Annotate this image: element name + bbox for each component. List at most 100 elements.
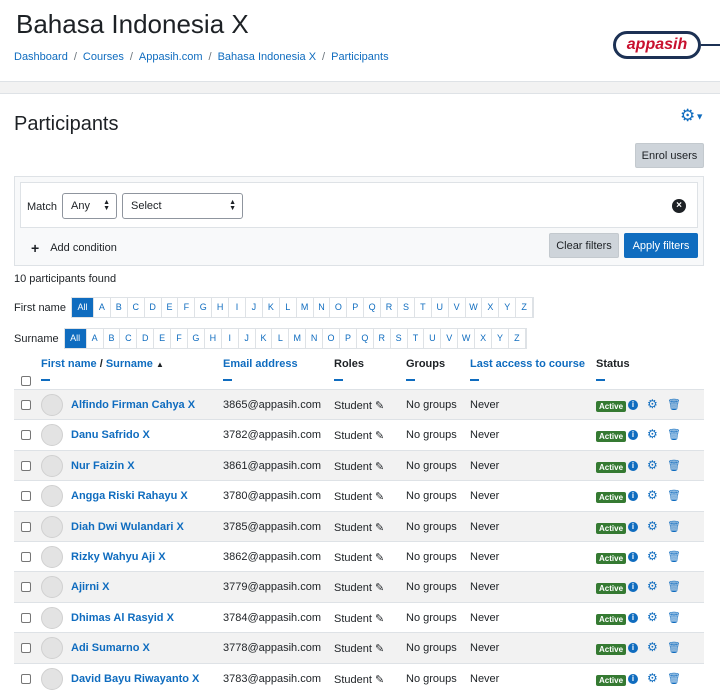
pencil-icon[interactable]: ✎ [375,400,384,412]
trash-icon[interactable]: 🗑 [667,459,681,472]
trash-icon[interactable]: 🗑 [667,489,681,502]
firstname-initial-o[interactable]: O [330,298,348,317]
surname-initial-t[interactable]: T [408,329,425,348]
surname-initial-f[interactable]: F [171,329,188,348]
collapse-last-access-icon[interactable] [470,379,479,381]
firstname-initial-t[interactable]: T [415,298,432,317]
surname-initial-g[interactable]: G [188,329,205,348]
surname-initial-b[interactable]: B [104,329,121,348]
pencil-icon[interactable]: ✎ [375,613,384,625]
info-icon[interactable]: i [628,521,638,532]
info-icon[interactable]: i [628,582,638,593]
cog-icon[interactable]: ⚙ [647,519,658,533]
collapse-email-icon[interactable] [223,379,232,381]
surname-initial-s[interactable]: S [391,329,408,348]
trash-icon[interactable]: 🗑 [667,580,681,593]
pencil-icon[interactable]: ✎ [375,461,384,473]
row-checkbox[interactable] [21,430,31,441]
firstname-initial-n[interactable]: N [314,298,331,317]
breadcrumb-courses[interactable]: Courses [83,51,124,63]
participant-name-link[interactable]: Alfindo Firman Cahya X [71,399,195,411]
surname-initial-k[interactable]: K [256,329,273,348]
pencil-icon[interactable]: ✎ [375,582,384,594]
cog-icon[interactable]: ⚙ [647,488,658,502]
participant-name-link[interactable]: Adi Sumarno X [71,642,150,654]
surname-initial-q[interactable]: Q [357,329,374,348]
remove-condition-icon[interactable]: × [672,199,686,213]
firstname-initial-m[interactable]: M [297,298,314,317]
collapse-roles-icon[interactable] [334,379,343,381]
surname-initial-m[interactable]: M [289,329,307,348]
surname-initial-v[interactable]: V [441,329,459,348]
breadcrumb-category[interactable]: Appasih.com [139,51,203,63]
sort-last-access-link[interactable]: Last access to course [470,358,585,370]
trash-icon[interactable]: 🗑 [667,611,681,624]
firstname-initial-q[interactable]: Q [364,298,382,317]
trash-icon[interactable]: 🗑 [667,672,681,685]
info-icon[interactable]: i [628,673,638,684]
firstname-initial-w[interactable]: W [466,298,483,317]
firstname-initial-c[interactable]: C [128,298,145,317]
firstname-initial-e[interactable]: E [162,298,179,317]
pencil-icon[interactable]: ✎ [375,522,384,534]
row-checkbox[interactable] [21,552,31,562]
surname-initial-d[interactable]: D [137,329,155,348]
surname-initial-e[interactable]: E [154,329,172,348]
participant-name-link[interactable]: David Bayu Riwayanto X [71,673,199,685]
info-icon[interactable]: i [628,612,638,623]
info-icon[interactable]: i [628,491,638,502]
clear-filters-button[interactable]: Clear filters [549,233,619,258]
breadcrumb-participants[interactable]: Participants [331,51,388,63]
surname-initial-u[interactable]: U [424,329,442,348]
cog-icon[interactable]: ⚙ [647,610,658,624]
surname-initial-a[interactable]: A [87,329,104,348]
firstname-initial-r[interactable]: R [381,298,398,317]
surname-initial-z[interactable]: Z [509,329,526,348]
row-checkbox[interactable] [21,643,31,654]
surname-initial-c[interactable]: C [120,329,138,348]
surname-initial-l[interactable]: L [272,329,290,348]
filter-type-select[interactable]: Select ▲ ▼ [122,193,243,219]
row-checkbox[interactable] [21,521,31,532]
pencil-icon[interactable]: ✎ [375,430,384,442]
participant-name-link[interactable]: Nur Faizin X [71,460,135,472]
firstname-initial-all[interactable]: All [71,298,94,317]
collapse-status-icon[interactable] [596,379,605,381]
row-checkbox[interactable] [21,460,31,471]
trash-icon[interactable]: 🗑 [667,550,681,563]
cog-icon[interactable]: ⚙ [647,427,658,441]
row-checkbox[interactable] [21,491,31,502]
info-icon[interactable]: i [628,460,638,471]
trash-icon[interactable]: 🗑 [667,398,681,411]
sort-email-link[interactable]: Email address [223,358,298,370]
sort-surname-link[interactable]: Surname [106,358,153,370]
trash-icon[interactable]: 🗑 [667,520,681,533]
cog-icon[interactable]: ⚙ [647,671,658,685]
row-checkbox[interactable] [21,582,31,593]
firstname-initial-p[interactable]: P [347,298,365,317]
participant-name-link[interactable]: Danu Safrido X [71,429,150,441]
cog-icon[interactable]: ⚙ [647,640,658,654]
participant-name-link[interactable]: Ajirni X [71,581,110,593]
trash-icon[interactable]: 🗑 [667,641,681,654]
collapse-groups-icon[interactable] [406,379,415,381]
participant-name-link[interactable]: Diah Dwi Wulandari X [71,521,184,533]
pencil-icon[interactable]: ✎ [375,674,384,686]
surname-initial-x[interactable]: X [475,329,493,348]
firstname-initial-g[interactable]: G [195,298,213,317]
match-select[interactable]: Any ▲ ▼ [62,193,117,219]
firstname-initial-x[interactable]: X [482,298,500,317]
firstname-initial-u[interactable]: U [432,298,449,317]
collapse-name-icon[interactable] [41,379,50,381]
firstname-initial-a[interactable]: A [94,298,111,317]
pencil-icon[interactable]: ✎ [375,643,384,655]
participant-name-link[interactable]: Rizky Wahyu Aji X [71,551,166,563]
cog-icon[interactable]: ⚙ [647,397,658,411]
row-checkbox[interactable] [21,400,31,410]
cog-icon[interactable]: ⚙ [647,549,658,563]
firstname-initial-j[interactable]: J [246,298,263,317]
sort-firstname-link[interactable]: First name [41,358,97,370]
add-condition-button[interactable]: + Add condition [31,240,117,256]
row-checkbox[interactable] [21,612,31,623]
info-icon[interactable]: i [628,430,638,441]
